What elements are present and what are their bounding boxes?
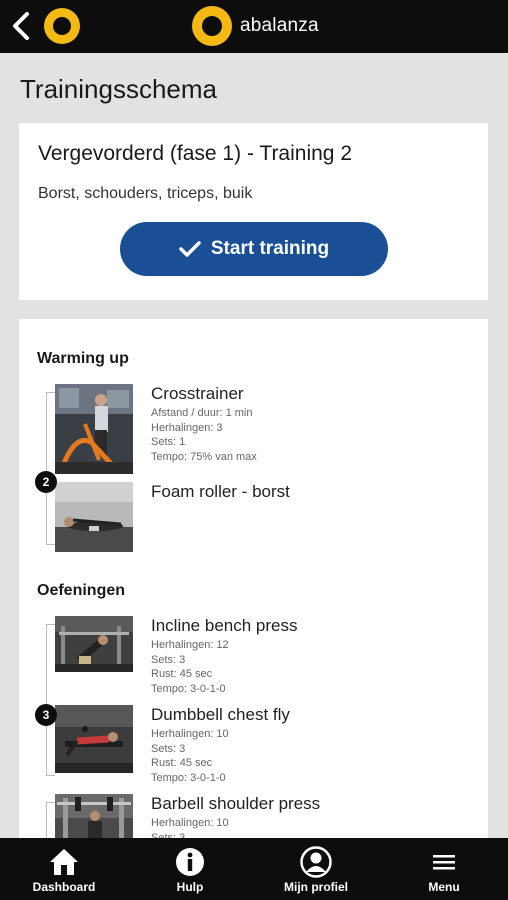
exercise-detail: Sets: 3 [151,653,186,666]
training-title: Vergevorderd (fase 1) - Training 2 [38,142,352,165]
exercise-detail: Herhalingen: 12 [151,639,229,651]
profile-icon [300,846,332,878]
exercise-detail: Tempo: 75% van max [151,451,257,464]
brand-logo: abalanza [192,4,319,48]
superset-count-badge: 3 [35,704,57,726]
brand-mark-icon [192,6,232,46]
superset-rail [46,624,47,776]
check-icon [179,241,201,257]
exercise-detail: Herhalingen: 10 [151,728,229,740]
bottom-navigation: Dashboard Hulp Mijn profiel Menu [0,838,508,900]
exercise-detail: Sets: 1 [151,436,186,449]
rail-tick [46,392,55,393]
superset-count-badge: 2 [35,471,57,493]
exercise-dumbbell-chest-fly[interactable]: Dumbbell chest fly Herhalingen: 10 Sets:… [55,705,455,784]
rail-tick [46,775,55,776]
top-app-bar: abalanza [0,0,508,53]
rail-tick [46,624,55,625]
exercise-name: Dumbbell chest fly [151,705,290,724]
hamburger-menu-icon [431,846,457,878]
exercise-detail: Tempo: 3-0-1-0 [151,772,226,785]
exercise-detail: Herhalingen: 3 [151,421,223,434]
chevron-left-icon [13,12,29,40]
exercise-detail: Tempo: 3-0-1-0 [151,683,226,696]
info-icon [175,846,205,878]
exercise-thumbnail [55,616,133,672]
brand-name: abalanza [240,15,319,36]
nav-label: Hulp [176,880,204,894]
exercise-name: Incline bench press [151,616,298,635]
exercise-list-card: Warming up Crosstrainer Afstand / duur: … [19,319,488,849]
exercise-name: Crosstrainer [151,384,244,403]
exercise-foam-roller[interactable]: Foam roller - borst [55,482,455,552]
page-title: Trainingsschema [20,74,218,104]
home-icon [49,846,79,878]
nav-label: Mijn profiel [284,880,348,894]
rail-tick [46,802,55,803]
nav-menu[interactable]: Menu [414,838,474,900]
nav-mijn-profiel[interactable]: Mijn profiel [276,838,356,900]
nav-hulp[interactable]: Hulp [160,838,220,900]
start-training-button[interactable]: Start training [120,222,388,276]
exercise-crosstrainer[interactable]: Crosstrainer Afstand / duur: 1 min Herha… [55,384,455,474]
exercise-detail: Herhalingen: 10 [151,817,229,829]
exercise-detail: Rust: 45 sec [151,757,213,770]
nav-label: Menu [428,880,460,894]
app-logo-icon[interactable] [44,8,80,44]
exercise-incline-bench-press[interactable]: Incline bench press Herhalingen: 12 Sets… [55,616,455,695]
exercise-thumbnail [55,384,133,474]
section-title-oefeningen: Oefeningen [37,582,126,599]
training-card: Vergevorderd (fase 1) - Training 2 Borst… [19,123,488,300]
section-title-warming-up: Warming up [37,350,129,367]
exercise-name: Foam roller - borst [151,482,290,501]
exercise-thumbnail [55,705,133,773]
start-training-label: Start training [210,238,330,259]
training-muscles: Borst, schouders, triceps, buik [38,185,253,202]
superset-rail [46,392,47,545]
exercise-detail: Rust: 45 sec [151,668,213,681]
exercise-name: Barbell shoulder press [151,794,321,813]
exercise-thumbnail [55,482,133,552]
nav-dashboard[interactable]: Dashboard [22,838,106,900]
exercise-detail: Sets: 3 [151,742,186,755]
rail-tick [46,544,55,545]
exercise-detail: Afstand / duur: 1 min [151,407,253,419]
back-button[interactable] [8,10,34,42]
nav-label: Dashboard [32,880,96,894]
